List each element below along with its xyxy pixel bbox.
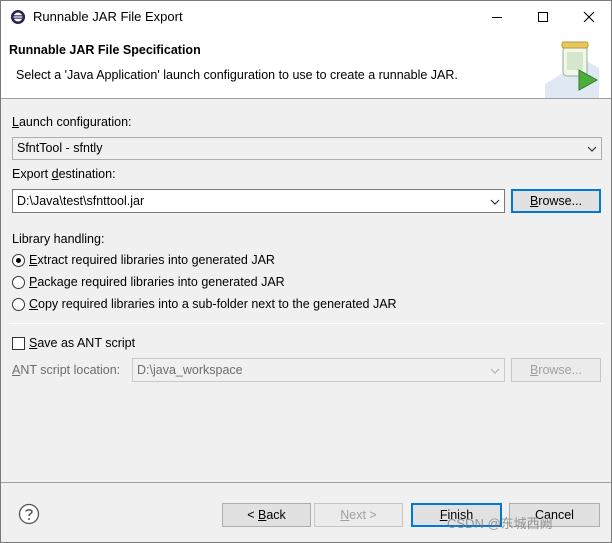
- maximize-icon: [538, 11, 548, 22]
- minimize-icon: [492, 16, 502, 18]
- page-description: Select a 'Java Application' launch confi…: [16, 68, 458, 82]
- back-button[interactable]: < Back: [222, 503, 311, 527]
- ant-browse-button[interactable]: Browse...: [511, 358, 601, 382]
- eclipse-icon: [11, 10, 25, 24]
- ant-location-input[interactable]: D:\java_workspace: [132, 358, 505, 382]
- ant-location-value: D:\java_workspace: [137, 363, 243, 377]
- export-browse-button[interactable]: Browse...: [511, 189, 601, 213]
- help-icon[interactable]: [18, 503, 40, 525]
- jar-export-graphic: [545, 41, 599, 98]
- save-ant-script-checkbox[interactable]: [12, 337, 25, 350]
- wizard-banner: Runnable JAR File Specification Select a…: [1, 32, 611, 99]
- extract-libraries-radio[interactable]: [12, 254, 25, 267]
- maximize-button[interactable]: [520, 1, 566, 32]
- window-title: Runnable JAR File Export: [33, 9, 183, 24]
- launch-config-label: Launch configuration:: [12, 115, 132, 129]
- export-destination-value: D:\Java\test\sfnttool.jar: [17, 194, 145, 208]
- watermark: CSDN @东城西阙: [447, 516, 553, 531]
- export-destination-input[interactable]: D:\Java\test\sfnttool.jar: [12, 189, 505, 213]
- close-icon: [583, 11, 595, 22]
- dialog-window: Runnable JAR File Export Runnable JAR Fi…: [0, 0, 612, 543]
- title-bar: Runnable JAR File Export: [1, 1, 611, 32]
- ant-location-label: ANT script location:: [12, 363, 121, 377]
- chevron-down-icon: [490, 368, 500, 374]
- package-libraries-radio[interactable]: [12, 276, 25, 289]
- launch-config-select[interactable]: SfntTool - sfntly: [12, 137, 602, 160]
- close-button[interactable]: [566, 1, 612, 32]
- launch-config-value: SfntTool - sfntly: [17, 141, 103, 155]
- export-destination-label: Export destination:: [12, 167, 116, 181]
- section-divider: [9, 323, 605, 324]
- next-button[interactable]: Next >: [314, 503, 403, 527]
- chevron-down-icon: [587, 146, 597, 152]
- footer-divider: [1, 482, 611, 483]
- page-title: Runnable JAR File Specification: [9, 43, 201, 57]
- copy-libraries-label[interactable]: Copy required libraries into a sub-folde…: [29, 297, 397, 311]
- library-handling-label: Library handling:: [12, 232, 105, 246]
- chevron-down-icon[interactable]: [490, 197, 500, 207]
- copy-libraries-radio[interactable]: [12, 298, 25, 311]
- extract-libraries-label[interactable]: Extract required libraries into generate…: [29, 253, 275, 267]
- save-ant-script-label[interactable]: Save as ANT script: [29, 336, 135, 350]
- package-libraries-label[interactable]: Package required libraries into generate…: [29, 275, 285, 289]
- minimize-button[interactable]: [474, 1, 520, 32]
